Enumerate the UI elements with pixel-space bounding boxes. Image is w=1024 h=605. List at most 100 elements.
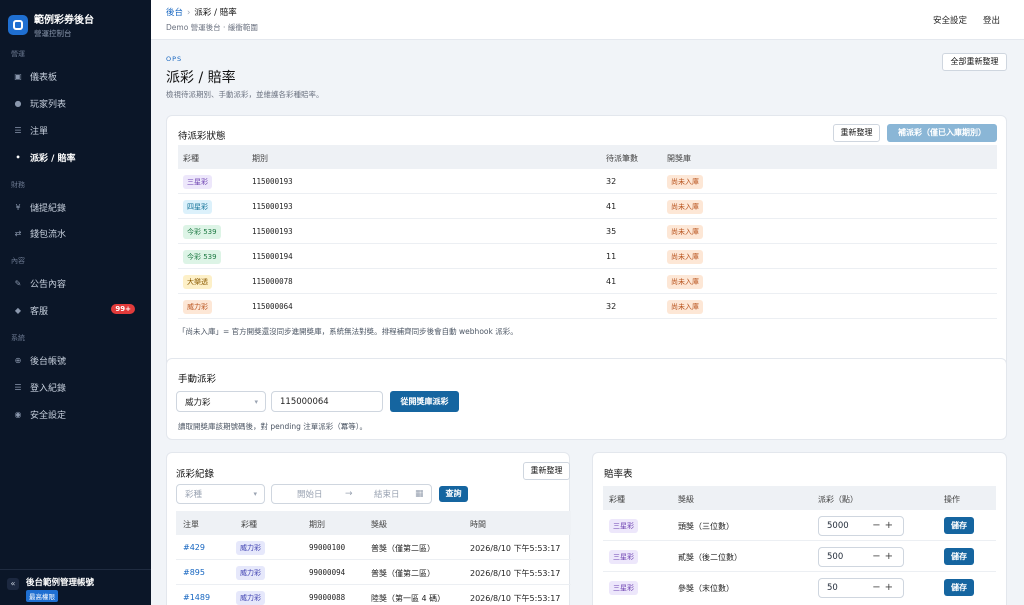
brand-subtitle: 營運控制台 <box>34 29 72 38</box>
save-button[interactable]: 儲存 <box>944 517 974 534</box>
security-link[interactable]: 安全設定 <box>933 14 967 26</box>
count-cell: 41 <box>606 277 617 286</box>
period-cell: 99000100 <box>309 543 346 552</box>
backfill-payout-button[interactable]: 補派彩（僅已入庫期別） <box>887 124 997 142</box>
game-select-value: 威力彩 <box>185 397 211 408</box>
unread-badge: 99+ <box>111 304 135 314</box>
sidebar-item-security[interactable]: ◉ 安全設定 <box>0 403 151 425</box>
count-cell: 11 <box>606 252 617 261</box>
manual-title: 手動派彩 <box>178 374 217 385</box>
plus-circle-icon: ⊕ <box>14 355 22 365</box>
count-cell: 41 <box>606 202 617 211</box>
pending-payout-card: 待派彩狀態 重新整理 補派彩（僅已入庫期別） 彩種 期別 待派筆數 開獎庫 三星… <box>166 115 1007 387</box>
yen-icon: ¥ <box>15 202 21 212</box>
logout-link[interactable]: 登出 <box>983 14 1000 26</box>
column-header: 時間 <box>470 520 486 529</box>
count-cell: 32 <box>606 177 617 186</box>
count-cell: 32 <box>606 302 617 311</box>
bet-id-link[interactable]: #429 <box>183 543 205 552</box>
payout-stepper[interactable]: 50 −+ <box>818 578 904 598</box>
game-badge: 威力彩 <box>236 591 265 605</box>
sidebar-item-login-log[interactable]: ☰ 登入紀錄 <box>0 376 151 398</box>
transfer-icon: ⇄ <box>14 228 22 238</box>
game-badge: 三星彩 <box>609 519 638 533</box>
sidebar-item-admins[interactable]: ⊕ 後台帳號 <box>0 349 151 371</box>
status-badge: 尚未入庫 <box>667 250 703 264</box>
period-cell: 115000193 <box>252 227 293 236</box>
sidebar-item-label: 安全設定 <box>30 410 67 421</box>
payout-stepper[interactable]: 5000 −+ <box>818 516 904 536</box>
refresh-all-button[interactable]: 全部重新整理 <box>942 53 1007 71</box>
sidebar-item-support[interactable]: ◆ 客服 99+ <box>0 299 151 321</box>
sidebar-item-payout[interactable]: • 派彩 / 賠率 <box>0 146 151 168</box>
user-icon: ● <box>14 98 22 108</box>
column-header: 期別 <box>252 154 268 163</box>
sidebar-item-label: 後台帳號 <box>30 356 67 367</box>
sidebar-item-dashboard[interactable]: ▣ 儀表板 <box>0 65 151 87</box>
table-row: #895 威力彩 99000094 普獎（僅第二區） 2026/8/10 下午5… <box>176 560 571 585</box>
section-label-ops: 營運 <box>11 50 25 58</box>
save-button[interactable]: 儲存 <box>944 548 974 565</box>
sidebar-item-players[interactable]: ● 玩家列表 <box>0 92 151 114</box>
period-input[interactable]: 115000064 <box>271 391 383 412</box>
account-name: 後台範例管理帳號 <box>26 578 95 588</box>
sidebar: 範例彩券後台 營運控制台 營運 ▣ 儀表板 ● 玩家列表 ☰ 注單 • 派彩 / 賠率 … <box>0 0 151 605</box>
game-badge: 大樂透 <box>183 275 212 289</box>
collapse-icon[interactable]: « <box>7 578 19 590</box>
sidebar-item-label: 儲提紀錄 <box>30 203 67 214</box>
save-button[interactable]: 儲存 <box>944 579 974 596</box>
column-header: 派彩（點） <box>818 495 858 504</box>
prize-cell: 貳獎（後二位數） <box>678 553 742 562</box>
column-header: 注單 <box>183 520 199 529</box>
pending-note: 「尚未入庫」= 官方開獎還沒同步進開獎庫，系統無法對獎。排程補齊同步後會自動 w… <box>178 327 518 336</box>
game-badge: 威力彩 <box>183 300 212 314</box>
table-row: 三星彩 參獎（末位數） 50 −+ 儲存 <box>603 572 996 603</box>
manual-payout-card: 手動派彩 威力彩 ▾ 115000064 從開獎庫派彩 讀取開獎庫該期號碼後，對… <box>166 358 1007 440</box>
sidebar-item-bets[interactable]: ☰ 注單 <box>0 119 151 141</box>
sidebar-item-label: 錢包流水 <box>30 229 67 240</box>
game-badge: 三星彩 <box>609 550 638 564</box>
period-cell: 99000088 <box>309 593 346 602</box>
period-input-value: 115000064 <box>280 396 329 407</box>
date-range-picker[interactable]: 開始日 → 結束日 ▦ <box>271 484 432 504</box>
column-header: 彩種 <box>183 154 199 163</box>
arrow-right-icon: → <box>345 489 353 499</box>
payout-value: 50 <box>827 583 838 593</box>
records-game-placeholder: 彩種 <box>185 490 203 500</box>
prize-cell: 普獎（僅第二區） <box>371 569 435 578</box>
date-end-placeholder: 結束日 <box>374 490 400 500</box>
payout-value: 500 <box>827 552 844 562</box>
query-button[interactable]: 查詢 <box>439 486 468 502</box>
minus-plus-icon[interactable]: −+ <box>872 582 897 593</box>
column-header: 待派筆數 <box>606 154 638 163</box>
manual-note: 讀取開獎庫該期號碼後，對 pending 注單派彩（冪等）。 <box>178 422 368 431</box>
sidebar-item-deposits[interactable]: ¥ 儲提紀錄 <box>0 196 151 218</box>
breadcrumb-root[interactable]: 後台 <box>166 8 183 18</box>
period-cell: 99000094 <box>309 568 346 577</box>
bet-id-link[interactable]: #1489 <box>183 593 210 602</box>
sidebar-footer: « 後台範例管理帳號 最高權限 <box>0 569 151 605</box>
minus-plus-icon[interactable]: −+ <box>872 520 897 531</box>
minus-plus-icon[interactable]: −+ <box>872 551 897 562</box>
bet-id-link[interactable]: #895 <box>183 568 205 577</box>
brand[interactable]: 範例彩券後台 營運控制台 <box>8 11 94 39</box>
sidebar-item-wallet[interactable]: ⇄ 錢包流水 <box>0 222 151 244</box>
dot-icon: • <box>15 152 21 162</box>
pending-refresh-button[interactable]: 重新整理 <box>833 124 880 142</box>
game-select[interactable]: 威力彩 ▾ <box>176 391 266 412</box>
time-cell: 2026/8/10 下午5:53:17 <box>470 594 561 603</box>
page-description: 檢視待派期別、手動派彩，並維護各彩種賠率。 <box>166 90 324 99</box>
payout-from-draw-button[interactable]: 從開獎庫派彩 <box>390 391 459 412</box>
odds-card: 賠率表 彩種 獎級 派彩（點） 操作 三星彩 頭獎（三位數） 5000 −+ 儲… <box>592 452 1007 605</box>
sidebar-item-announcements[interactable]: ✎ 公告內容 <box>0 272 151 294</box>
table-row: 三星彩 頭獎（三位數） 5000 −+ 儲存 <box>603 510 996 541</box>
column-header: 彩種 <box>241 520 257 529</box>
sidebar-item-label: 派彩 / 賠率 <box>30 153 76 164</box>
payout-stepper[interactable]: 500 −+ <box>818 547 904 567</box>
game-badge: 威力彩 <box>236 566 265 580</box>
records-refresh-button[interactable]: 重新整理 <box>523 462 570 480</box>
records-game-filter[interactable]: 彩種 ▾ <box>176 484 265 504</box>
table-row: 威力彩 115000064 32 尚未入庫 <box>178 294 997 319</box>
period-cell: 115000193 <box>252 177 293 186</box>
role-badge: 最高權限 <box>26 590 58 602</box>
